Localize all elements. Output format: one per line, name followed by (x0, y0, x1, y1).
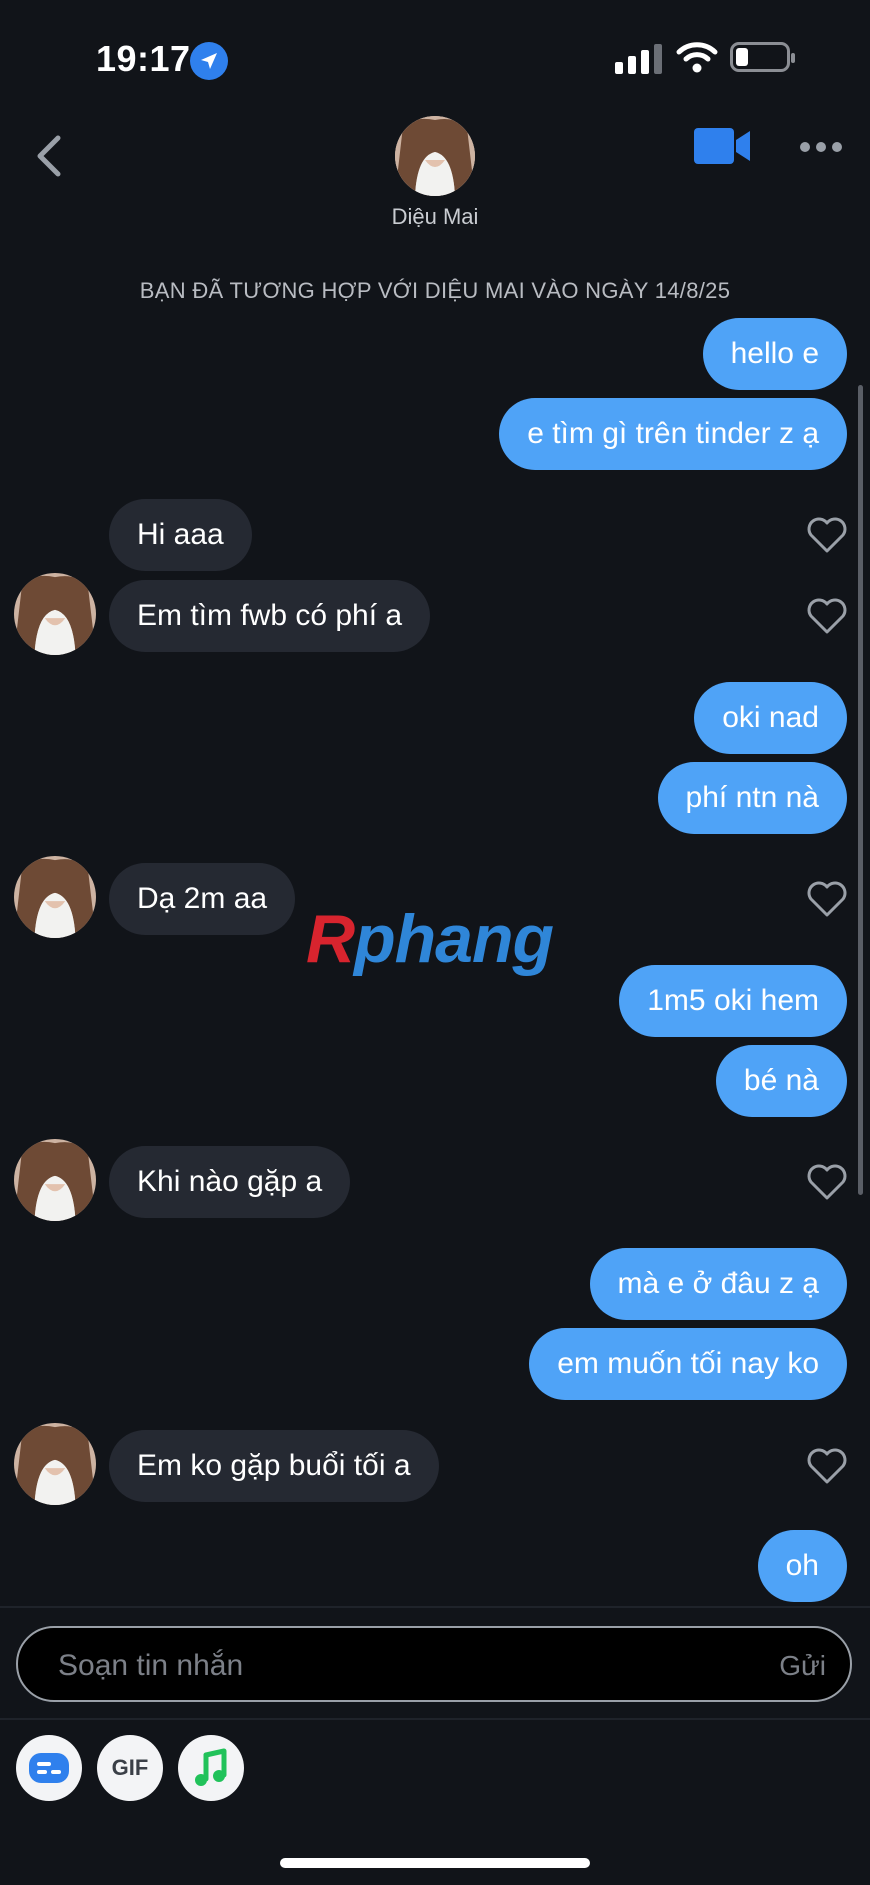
message-composer: Gửi (16, 1626, 852, 1702)
more-options-icon[interactable] (800, 142, 844, 154)
message-input[interactable] (56, 1642, 700, 1690)
music-button[interactable] (178, 1735, 244, 1801)
contact-avatar-small[interactable] (14, 573, 96, 655)
location-arrow-icon (190, 42, 228, 80)
contact-name[interactable]: Diệu Mai (0, 204, 870, 230)
message-received[interactable]: Em tìm fwb có phí a (109, 580, 431, 652)
heart-icon[interactable] (806, 879, 848, 919)
message-received[interactable]: Khi nào gặp a (109, 1146, 351, 1218)
message-sent[interactable]: e tìm gì trên tinder z ạ (499, 398, 847, 470)
wifi-icon (676, 40, 718, 74)
contact-avatar-small[interactable] (14, 1139, 96, 1221)
battery-icon (730, 42, 795, 72)
message-sent[interactable]: bé nà (715, 1045, 847, 1117)
heart-icon[interactable] (806, 515, 848, 555)
message-sent[interactable]: oh (757, 1530, 847, 1602)
message-sent[interactable]: em muốn tối nay ko (529, 1328, 847, 1400)
message-sent[interactable]: 1m5 oki hem (619, 965, 847, 1037)
message-sent[interactable]: hello e (702, 318, 847, 390)
back-button[interactable] (32, 134, 68, 178)
message-sent[interactable]: oki nad (694, 682, 847, 754)
send-button[interactable]: Gửi (779, 1650, 826, 1682)
message-received[interactable]: Em ko gặp buổi tối a (109, 1430, 439, 1502)
divider (0, 1718, 870, 1720)
cellular-signal-icon (615, 44, 663, 74)
message-received[interactable]: Dạ 2m aa (109, 863, 296, 935)
heart-icon[interactable] (806, 1446, 848, 1486)
gif-label: GIF (111, 1755, 149, 1780)
divider (0, 1606, 870, 1608)
message-sent[interactable]: mà e ở đâu z ạ (589, 1248, 847, 1320)
match-date-note: BẠN ĐÃ TƯƠNG HỢP VỚI DIỆU MAI VÀO NGÀY 1… (139, 278, 731, 303)
gif-button[interactable]: GIF (97, 1735, 163, 1801)
heart-icon[interactable] (806, 596, 848, 636)
status-time: 19:17 (96, 38, 191, 79)
contact-avatar-small[interactable] (14, 856, 96, 938)
watermark-logo: Rphang (306, 901, 554, 977)
sticker-button[interactable] (16, 1735, 82, 1801)
heart-icon[interactable] (806, 1162, 848, 1202)
scrollbar[interactable] (858, 385, 863, 1195)
contact-avatar[interactable] (395, 116, 475, 196)
video-call-icon[interactable] (694, 128, 754, 164)
contact-avatar-small[interactable] (14, 1423, 96, 1505)
message-sent[interactable]: phí ntn nà (657, 762, 847, 834)
home-indicator (280, 1858, 590, 1868)
message-received[interactable]: Hi aaa (109, 499, 252, 571)
